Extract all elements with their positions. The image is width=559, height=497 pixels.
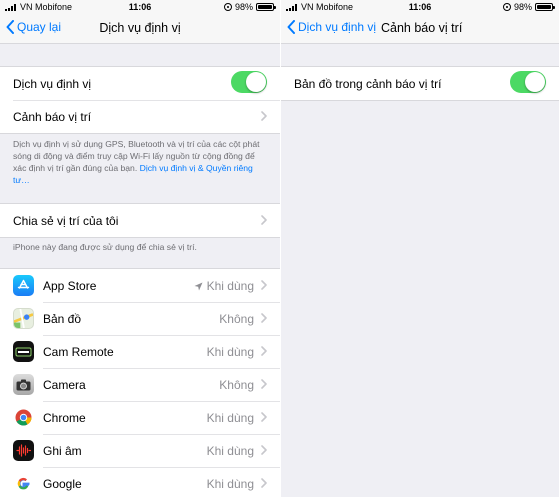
battery-fill — [258, 5, 272, 9]
chevron-right-icon — [261, 379, 267, 389]
page-title: Dịch vụ định vị — [99, 21, 181, 35]
app-row-chrome[interactable]: Chrome Khi dùng — [0, 401, 280, 434]
app-name: Ghi âm — [43, 443, 82, 458]
app-permission: Khi dùng — [207, 444, 254, 458]
location-alerts-group: Bản đồ trong cảnh báo vị trí — [281, 66, 559, 101]
app-permission-value: Khi dùng — [206, 477, 254, 491]
maps-alert-row: Bản đồ trong cảnh báo vị trí — [281, 67, 559, 100]
chrome-icon — [13, 407, 34, 428]
maps-alert-toggle[interactable] — [510, 71, 546, 93]
app-permission: Khi dùng — [207, 477, 254, 491]
chevron-right-icon — [261, 215, 267, 225]
app-row-google[interactable]: Google Khi dùng — [0, 467, 280, 497]
battery-icon — [256, 3, 276, 11]
app-name: Cam Remote — [43, 344, 114, 359]
app-row-voice-memos[interactable]: Ghi âm Khi dùng — [0, 434, 280, 467]
app-list: App Store Khi dùng Bản đồ Không Cam Remo… — [0, 268, 280, 497]
app-permission-value: Khi dùng — [206, 444, 254, 458]
toggle-knob — [246, 72, 266, 92]
app-permission: Khi dùng — [194, 279, 254, 293]
location-alerts-screen: VN Mobifone 11:06 98% Dịch vụ định vị Cả… — [281, 0, 559, 497]
navigation-bar: Quay lại Dịch vụ định vị — [0, 14, 280, 44]
app-name: Bản đồ — [43, 311, 82, 326]
location-status-icon — [223, 3, 232, 11]
app-permission-value: Không — [219, 312, 254, 326]
app-permission: Khi dùng — [207, 345, 254, 359]
app-permission-value: Khi dùng — [206, 345, 254, 359]
battery-percent: 98% — [513, 2, 532, 12]
battery-icon — [535, 3, 555, 11]
app-name: Chrome — [43, 410, 86, 425]
location-settings-group: Dịch vụ định vị Cảnh báo vị trí — [0, 66, 280, 134]
cam-remote-icon — [13, 341, 34, 362]
status-right: 98% — [502, 2, 555, 12]
app-row-camera[interactable]: Camera Không — [0, 368, 280, 401]
app-name: App Store — [43, 278, 97, 293]
chevron-right-icon — [261, 111, 267, 121]
chevron-right-icon — [261, 346, 267, 356]
battery-percent: 98% — [234, 2, 253, 12]
status-bar: VN Mobifone 11:06 98% — [281, 0, 559, 14]
app-permission: Khi dùng — [207, 411, 254, 425]
app-permission: Không — [219, 312, 254, 326]
back-button[interactable]: Dịch vụ định vị — [287, 20, 376, 34]
app-permission-value: Khi dùng — [206, 411, 254, 425]
navigation-bar: Dịch vụ định vị Cảnh báo vị trí — [281, 14, 559, 44]
back-button-label: Dịch vụ định vị — [298, 20, 377, 34]
app-name: Google — [43, 476, 82, 491]
location-alerts-label: Cảnh báo vị trí — [13, 109, 92, 124]
app-permission-value: Khi dùng — [206, 279, 254, 293]
status-right: 98% — [223, 2, 276, 12]
chevron-right-icon — [261, 478, 267, 488]
chevron-right-icon — [261, 445, 267, 455]
app-name: Camera — [43, 377, 86, 392]
location-services-toggle[interactable] — [231, 71, 267, 93]
app-permission-value: Không — [219, 378, 254, 392]
toggle-knob — [525, 72, 545, 92]
app-row-app-store[interactable]: App Store Khi dùng — [0, 269, 280, 302]
page-title: Cảnh báo vị trí — [381, 21, 463, 35]
chevron-right-icon — [261, 280, 267, 290]
location-services-row: Dịch vụ định vị — [0, 67, 280, 100]
share-location-note: iPhone này đang được sử dụng để chia sẻ … — [13, 242, 197, 252]
voice-memos-icon — [13, 440, 34, 461]
chevron-right-icon — [261, 412, 267, 422]
app-row-maps[interactable]: Bản đồ Không — [0, 302, 280, 335]
chevron-right-icon — [261, 313, 267, 323]
location-info-text: Dịch vụ định vị sử dụng GPS, Bluetooth v… — [13, 138, 268, 186]
location-services-label: Dịch vụ định vị — [13, 76, 92, 91]
share-location-group: Chia sẻ vị trí của tôi — [0, 203, 280, 238]
location-status-icon — [502, 3, 511, 11]
maps-icon — [13, 308, 34, 329]
status-bar: VN Mobifone 11:06 98% — [0, 0, 280, 14]
app-permission: Không — [219, 378, 254, 392]
location-services-screen: VN Mobifone 11:06 98% Quay lại Dịch vụ đ… — [0, 0, 280, 497]
maps-alert-label: Bản đồ trong cảnh báo vị trí — [294, 76, 442, 91]
battery-fill — [537, 5, 551, 9]
google-icon — [13, 473, 34, 494]
app-row-cam-remote[interactable]: Cam Remote Khi dùng — [0, 335, 280, 368]
share-location-row[interactable]: Chia sẻ vị trí của tôi — [0, 204, 280, 237]
camera-icon — [13, 374, 34, 395]
chevron-left-icon — [287, 20, 295, 34]
app-store-icon — [13, 275, 34, 296]
location-arrow-icon — [194, 282, 203, 290]
share-location-label: Chia sẻ vị trí của tôi — [13, 213, 119, 228]
location-alerts-row[interactable]: Cảnh báo vị trí — [0, 100, 280, 133]
